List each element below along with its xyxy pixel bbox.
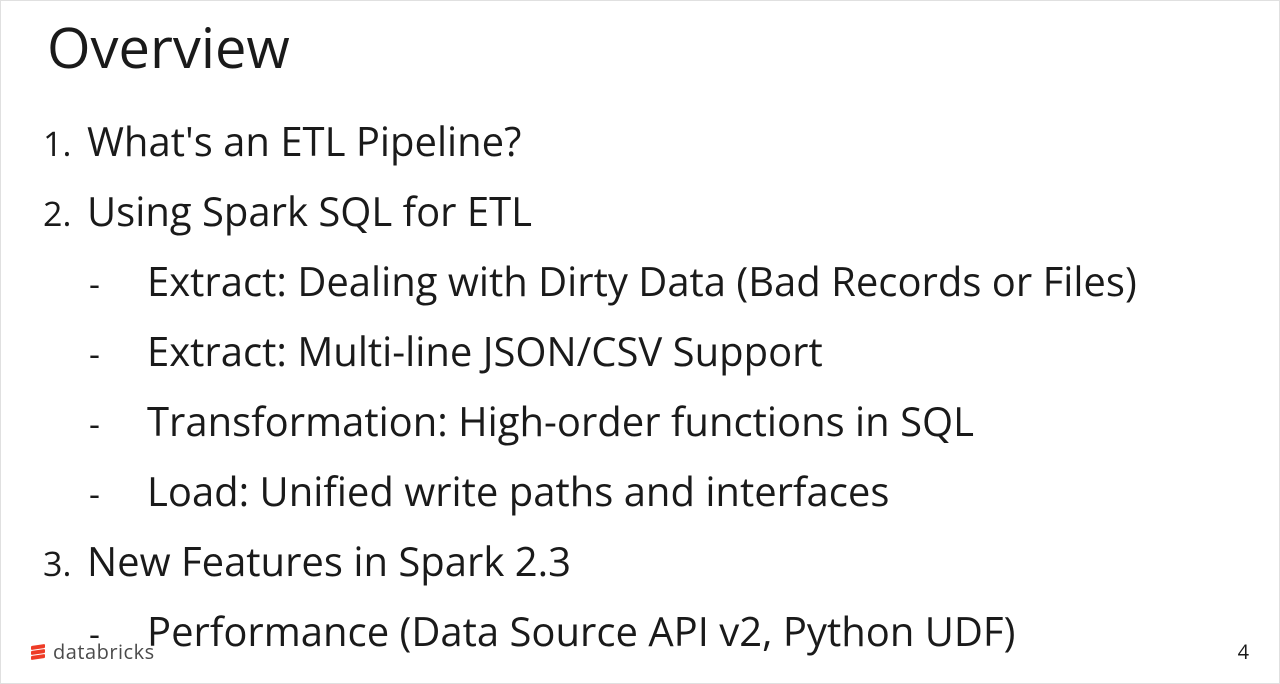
item-text: Using Spark SQL for ETL <box>87 185 532 237</box>
item-text: What's an ETL Pipeline? <box>87 115 521 167</box>
bullet-dash: - <box>87 470 147 516</box>
bullet-dash: - <box>87 330 147 376</box>
bullet-dash: - <box>87 260 147 306</box>
list-item: 2. Using Spark SQL for ETL <box>37 185 1279 237</box>
sub-item-text: Load: Unified write paths and interfaces <box>147 465 889 517</box>
item-text: New Features in Spark 2.3 <box>87 535 571 587</box>
brand-name: databricks <box>53 638 155 665</box>
databricks-icon <box>31 643 49 661</box>
slide-title: Overview <box>1 1 1279 85</box>
sub-list-item: - Load: Unified write paths and interfac… <box>37 465 1279 517</box>
list-item: 3. New Features in Spark 2.3 <box>37 535 1279 587</box>
sub-item-text: Transformation: High-order functions in … <box>147 395 974 447</box>
bullet-dash: - <box>87 400 147 446</box>
item-number: 1. <box>37 120 87 166</box>
databricks-logo: databricks <box>31 638 155 665</box>
list-item: 1. What's an ETL Pipeline? <box>37 115 1279 167</box>
sub-item-text: Extract: Multi-line JSON/CSV Support <box>147 325 823 377</box>
item-number: 3. <box>37 540 87 586</box>
page-number: 4 <box>1238 638 1249 665</box>
slide-footer: databricks 4 <box>31 638 1249 665</box>
item-number: 2. <box>37 190 87 236</box>
sub-item-text: Extract: Dealing with Dirty Data (Bad Re… <box>147 255 1137 307</box>
sub-list-item: - Extract: Dealing with Dirty Data (Bad … <box>37 255 1279 307</box>
slide-content: 1. What's an ETL Pipeline? 2. Using Spar… <box>1 85 1279 657</box>
sub-list-item: - Extract: Multi-line JSON/CSV Support <box>37 325 1279 377</box>
sub-list-item: - Transformation: High-order functions i… <box>37 395 1279 447</box>
